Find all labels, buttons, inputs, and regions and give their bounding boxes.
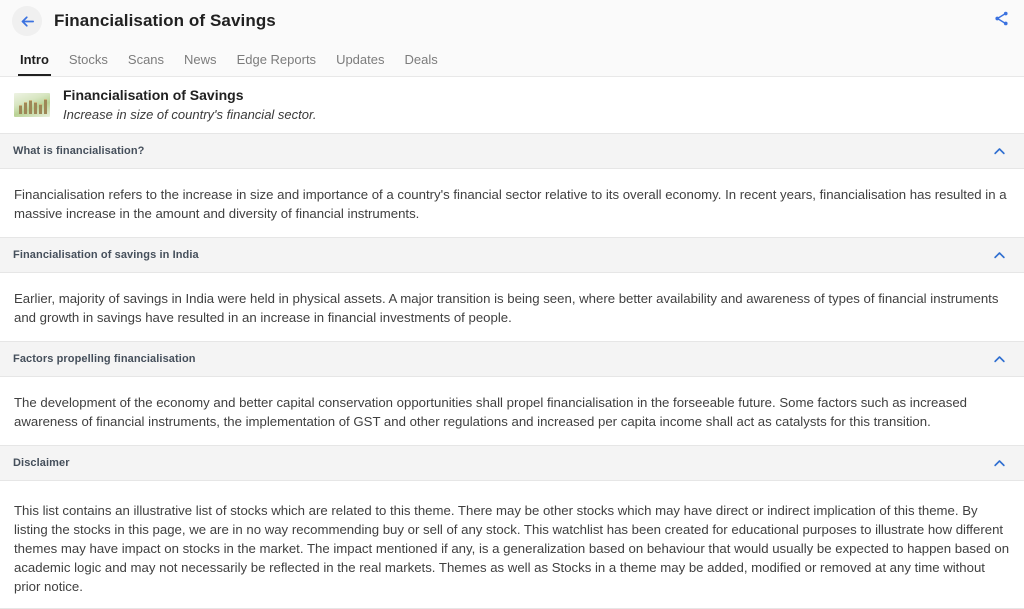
tab-label: Intro <box>20 52 49 67</box>
chevron-up-icon[interactable] <box>988 452 1010 474</box>
back-button[interactable] <box>12 6 42 36</box>
tab-label: Stocks <box>68 52 108 67</box>
section-header-financialisation-of-savings-in-india[interactable]: Financialisation of savings in India <box>0 237 1024 273</box>
section-header-what-is-financialisation[interactable]: What is financialisation? <box>0 133 1024 169</box>
tab-label: News <box>184 52 217 67</box>
tab-updates[interactable]: Updates <box>326 53 394 76</box>
section-paragraph: Earlier, majority of savings in India we… <box>14 291 999 325</box>
tab-label: Deals <box>404 52 438 67</box>
tab-label: Scans <box>127 52 165 67</box>
tab-news[interactable]: News <box>174 53 227 76</box>
tab-edge-reports[interactable]: Edge Reports <box>227 53 327 76</box>
section-title: Financialisation of savings in India <box>13 249 199 261</box>
tab-intro[interactable]: Intro <box>10 53 59 76</box>
section-body-what-is-financialisation: Financialisation refers to the increase … <box>0 169 1024 237</box>
section-paragraph: This list contains an illustrative list … <box>14 503 1010 594</box>
app-header: Financialisation of Savings <box>0 0 1024 42</box>
theme-header: Financialisation of Savings Increase in … <box>0 77 1024 133</box>
theme-subtitle: Increase in size of country's financial … <box>63 106 317 122</box>
section-title: Factors propelling financialisation <box>13 353 196 365</box>
share-icon <box>993 10 1010 32</box>
chevron-up-icon[interactable] <box>988 348 1010 370</box>
chevron-up-icon[interactable] <box>988 140 1010 162</box>
tab-label: Updates <box>336 52 385 67</box>
coin-stacks-thumbnail <box>14 92 50 117</box>
section-header-disclaimer[interactable]: Disclaimer <box>0 445 1024 481</box>
section-body-disclaimer: This list contains an illustrative list … <box>0 481 1024 608</box>
section-title: Disclaimer <box>13 457 70 469</box>
chevron-up-icon[interactable] <box>988 244 1010 266</box>
section-body-factors-propelling-financialisation: The development of the economy and bette… <box>0 377 1024 445</box>
theme-name: Financialisation of Savings <box>63 86 244 103</box>
arrow-left-icon <box>19 13 36 30</box>
tab-stocks[interactable]: Stocks <box>59 53 118 76</box>
share-button[interactable] <box>988 8 1014 34</box>
theme-text-block: Financialisation of Savings Increase in … <box>63 87 316 123</box>
coin-stacks-glyph <box>19 98 47 114</box>
tab-bar: Intro Stocks Scans News Edge Reports Upd… <box>0 42 1024 77</box>
tab-label: Edge Reports <box>236 52 317 67</box>
section-paragraph: Financialisation refers to the increase … <box>14 187 1007 221</box>
tab-deals[interactable]: Deals <box>394 53 447 76</box>
page-title: Financialisation of Savings <box>54 11 276 30</box>
section-header-factors-propelling-financialisation[interactable]: Factors propelling financialisation <box>0 341 1024 377</box>
section-title: What is financialisation? <box>13 145 145 157</box>
section-paragraph: The development of the economy and bette… <box>14 395 967 429</box>
section-body-financialisation-of-savings-in-india: Earlier, majority of savings in India we… <box>0 273 1024 341</box>
tab-scans[interactable]: Scans <box>118 53 174 76</box>
